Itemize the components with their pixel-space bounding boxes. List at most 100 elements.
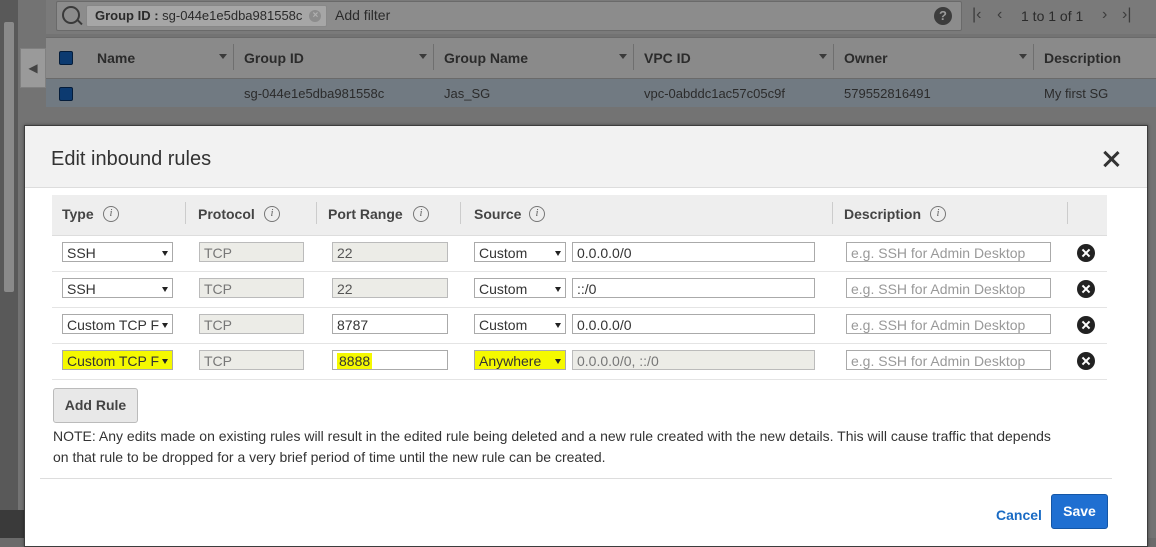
rule-source-cidr[interactable]: ::/0 — [572, 278, 815, 298]
sort-group-name-icon[interactable] — [619, 54, 627, 59]
header-source: Source — [474, 206, 522, 222]
rule-type-value: Custom TCP F — [67, 317, 160, 333]
rule-port-range: 22 — [332, 242, 448, 262]
chevron-down-icon — [555, 323, 561, 328]
rule-port-range-input[interactable]: 8787 — [332, 314, 448, 334]
edit-inbound-rules-dialog: Edit inbound rules Type i Protocol i Por… — [24, 125, 1148, 547]
help-icon[interactable]: ? — [934, 7, 952, 25]
rule-source-select[interactable]: Anywhere — [474, 350, 566, 370]
cell-group-id: sg-044e1e5dba981558c — [244, 86, 385, 101]
table-row[interactable] — [46, 79, 1156, 107]
chevron-down-icon — [162, 287, 168, 292]
rule-protocol: TCP — [199, 242, 304, 262]
rule-source-cidr[interactable]: 0.0.0.0/0 — [572, 314, 815, 334]
rule-source-type-value: Custom — [479, 245, 528, 261]
rule-source-select[interactable]: Custom — [474, 314, 566, 334]
add-rule-button[interactable]: Add Rule — [53, 388, 138, 423]
row-checkbox[interactable] — [59, 87, 73, 101]
footer-divider — [40, 478, 1112, 479]
filter-token-value: sg-044e1e5dba981558c — [162, 8, 303, 23]
rule-source-type-value: Custom — [479, 281, 528, 297]
column-divider — [833, 44, 834, 70]
header-divider — [832, 202, 833, 224]
rule-protocol: TCP — [199, 278, 304, 298]
sort-group-id-icon[interactable] — [419, 54, 427, 59]
sort-vpc-id-icon[interactable] — [819, 54, 827, 59]
rule-description-input[interactable]: e.g. SSH for Admin Desktop — [846, 350, 1051, 370]
grid-header — [46, 37, 1156, 79]
row-divider — [52, 271, 1107, 272]
column-divider — [433, 44, 434, 70]
rule-description-placeholder: e.g. SSH for Admin Desktop — [851, 281, 1026, 297]
rule-type-select[interactable]: Custom TCP F — [62, 314, 173, 334]
column-vpc-id[interactable]: VPC ID — [644, 50, 691, 66]
info-icon[interactable]: i — [413, 206, 429, 222]
save-button[interactable]: Save — [1051, 494, 1108, 529]
rule-type-value: SSH — [67, 281, 96, 297]
header-protocol: Protocol — [198, 206, 255, 222]
cell-owner: 579552816491 — [844, 86, 931, 101]
rule-source-cidr[interactable]: 0.0.0.0/0 — [572, 242, 815, 262]
select-all-checkbox[interactable] — [59, 51, 73, 65]
next-page-icon[interactable]: › — [1102, 6, 1107, 24]
sort-name-icon[interactable] — [219, 54, 227, 59]
rule-port-range-input[interactable]: 8888 — [332, 350, 448, 370]
close-icon[interactable] — [1102, 150, 1120, 168]
bottom-left-status — [0, 510, 24, 538]
chevron-down-icon — [162, 251, 168, 256]
header-type: Type — [62, 206, 94, 222]
add-filter-placeholder[interactable]: Add filter — [335, 7, 390, 23]
cancel-button[interactable]: Cancel — [996, 507, 1042, 523]
rule-description-input[interactable]: e.g. SSH for Admin Desktop — [846, 314, 1051, 334]
remove-rule-icon[interactable] — [1077, 244, 1095, 262]
rule-source-type-value: Custom — [479, 317, 528, 333]
first-page-icon[interactable]: |‹ — [972, 6, 981, 24]
header-divider — [185, 202, 186, 224]
rule-type-select[interactable]: Custom TCP F — [62, 350, 173, 370]
header-divider — [460, 202, 461, 224]
remove-rule-icon[interactable] — [1077, 316, 1095, 334]
rule-type-select[interactable]: SSH — [62, 278, 173, 298]
info-icon[interactable]: i — [529, 206, 545, 222]
rule-port-value: 8888 — [337, 353, 373, 369]
edit-note: NOTE: Any edits made on existing rules w… — [53, 428, 1051, 465]
chevron-left-icon: ◀ — [28, 61, 38, 75]
column-description[interactable]: Description — [1044, 50, 1121, 66]
rule-description-input[interactable]: e.g. SSH for Admin Desktop — [846, 278, 1051, 298]
cell-group-name: Jas_SG — [444, 86, 491, 101]
cell-vpc-id: vpc-0abddc1ac57c05c9f — [644, 86, 785, 101]
filter-token[interactable]: Group ID : sg-044e1e5dba981558c × — [86, 5, 328, 27]
chevron-down-icon — [162, 323, 168, 328]
collapse-panel-button[interactable]: ◀ — [20, 48, 46, 88]
remove-filter-icon[interactable]: × — [309, 10, 322, 22]
rule-source-select[interactable]: Custom — [474, 278, 566, 298]
header-divider — [1067, 202, 1068, 224]
last-page-icon[interactable]: ›| — [1122, 6, 1131, 24]
rule-description-input[interactable]: e.g. SSH for Admin Desktop — [846, 242, 1051, 262]
column-group-id[interactable]: Group ID — [244, 50, 304, 66]
rule-source-cidr: 0.0.0.0/0, ::/0 — [572, 350, 815, 370]
info-icon[interactable]: i — [264, 206, 280, 222]
rule-description-placeholder: e.g. SSH for Admin Desktop — [851, 353, 1026, 369]
pagination-text: 1 to 1 of 1 — [1021, 8, 1084, 24]
remove-rule-icon[interactable] — [1077, 280, 1095, 298]
rule-type-select[interactable]: SSH — [62, 242, 173, 262]
column-owner[interactable]: Owner — [844, 50, 888, 66]
column-name[interactable]: Name — [97, 50, 135, 66]
prev-page-icon[interactable]: ‹ — [997, 6, 1002, 24]
column-group-name[interactable]: Group Name — [444, 50, 528, 66]
filter-token-key: Group ID : — [95, 8, 163, 23]
sort-owner-icon[interactable] — [1019, 54, 1027, 59]
chevron-down-icon — [555, 287, 561, 292]
header-port-range: Port Range — [328, 206, 403, 222]
row-divider — [52, 379, 1107, 380]
remove-rule-icon[interactable] — [1077, 352, 1095, 370]
rule-protocol: TCP — [199, 314, 304, 334]
column-divider — [233, 44, 234, 70]
left-scrollbar[interactable] — [4, 22, 14, 292]
rule-source-select[interactable]: Custom — [474, 242, 566, 262]
rule-protocol: TCP — [199, 350, 304, 370]
info-icon[interactable]: i — [103, 206, 119, 222]
info-icon[interactable]: i — [930, 206, 946, 222]
rule-description-placeholder: e.g. SSH for Admin Desktop — [851, 317, 1026, 333]
